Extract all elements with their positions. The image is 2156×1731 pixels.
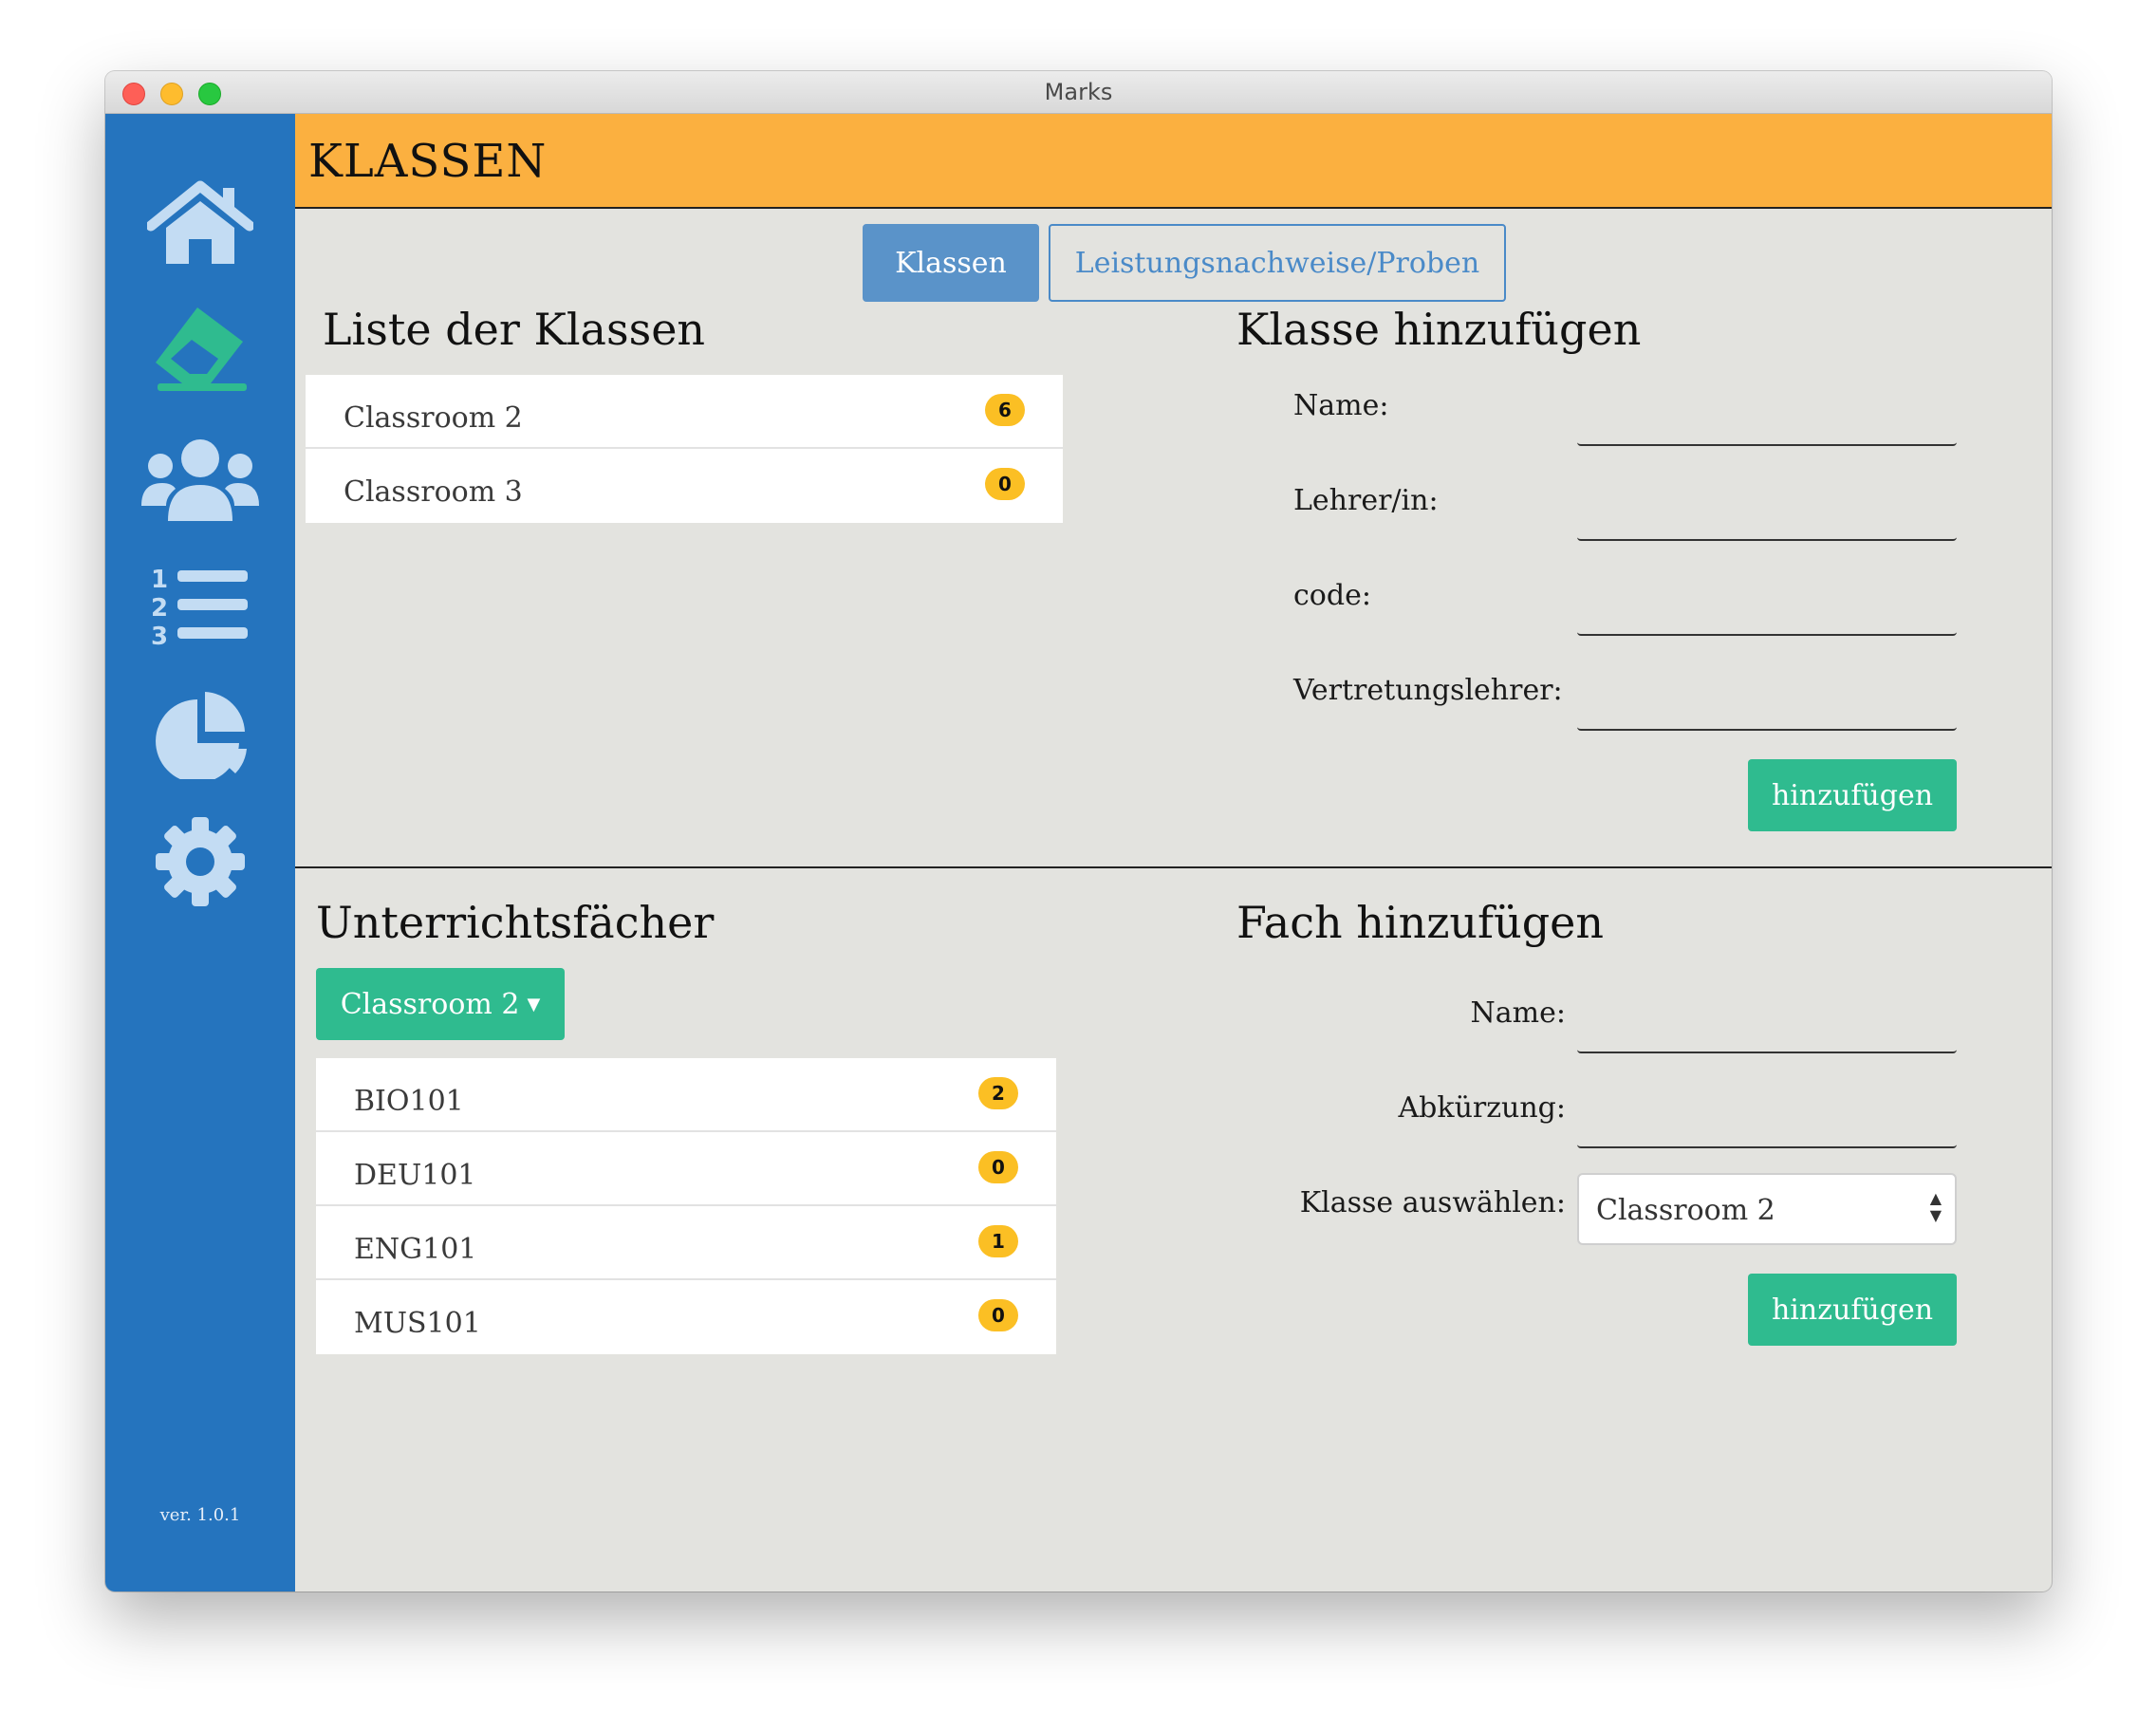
- class-list-item[interactable]: Classroom 3 0: [306, 449, 1063, 523]
- svg-text:1: 1: [151, 566, 168, 594]
- substitute-teacher-label: Vertretungslehrer:: [1293, 674, 1563, 707]
- nav-settings[interactable]: [141, 816, 259, 907]
- caret-down-icon: ▼: [527, 994, 541, 1014]
- class-name: Classroom 2: [344, 401, 523, 435]
- title-bar: Marks: [105, 71, 2052, 114]
- add-class-heading: Klasse hinzufügen: [1236, 304, 1642, 355]
- class-select-value: Classroom 2: [1596, 1194, 1775, 1227]
- subject-list-item[interactable]: MUS101 0: [316, 1280, 1056, 1354]
- subject-name: ENG101: [354, 1233, 477, 1266]
- subject-name: BIO101: [354, 1085, 464, 1118]
- class-count-badge: 0: [985, 468, 1025, 500]
- teacher-input[interactable]: [1577, 503, 1957, 541]
- subject-name-label: Name:: [1470, 996, 1566, 1030]
- code-label: code:: [1293, 579, 1371, 612]
- subject-count-badge: 2: [978, 1077, 1018, 1109]
- class-name-input[interactable]: [1577, 408, 1957, 446]
- subject-name-input[interactable]: [1577, 1015, 1957, 1053]
- class-list-item[interactable]: Classroom 2 6: [306, 375, 1063, 449]
- classes-heading: Liste der Klassen: [323, 304, 706, 355]
- subject-name: MUS101: [354, 1307, 481, 1340]
- eraser-icon: [156, 307, 247, 391]
- main-content: KLASSEN Klassen Leistungsnachweise/Probe…: [295, 114, 2052, 1591]
- class-name: Classroom 3: [344, 475, 523, 509]
- tab-leistungsnachweise[interactable]: Leistungsnachweise/Proben: [1049, 224, 1506, 302]
- subject-list: BIO101 2 DEU101 0 ENG101 1 MUS101 0: [316, 1058, 1056, 1354]
- nav-eraser[interactable]: [141, 304, 259, 395]
- code-input[interactable]: [1577, 598, 1957, 636]
- subject-count-badge: 0: [978, 1299, 1018, 1331]
- class-count-badge: 6: [985, 394, 1025, 426]
- nav-home[interactable]: [141, 178, 259, 270]
- version-label: ver. 1.0.1: [159, 1505, 241, 1525]
- substitute-teacher-input[interactable]: [1577, 693, 1957, 731]
- select-arrows-icon: ▲ ▼: [1929, 1189, 1942, 1224]
- users-icon: [141, 439, 259, 521]
- gear-icon: [156, 817, 245, 906]
- window-title: Marks: [1044, 79, 1113, 105]
- nav-users[interactable]: [141, 435, 259, 526]
- class-list: Classroom 2 6 Classroom 3 0: [306, 375, 1063, 523]
- add-class-button[interactable]: hinzufügen: [1748, 759, 1957, 831]
- ordered-list-icon: 1 2 3: [151, 566, 248, 648]
- class-select[interactable]: Classroom 2 ▲ ▼: [1577, 1173, 1957, 1245]
- subjects-heading: Unterrichtsfächer: [316, 897, 715, 948]
- svg-text:2: 2: [151, 594, 168, 623]
- abbreviation-input[interactable]: [1577, 1110, 1957, 1148]
- subject-list-item[interactable]: BIO101 2: [316, 1058, 1056, 1132]
- class-dropdown-label: Classroom 2: [340, 987, 520, 1021]
- abbreviation-label: Abkürzung:: [1398, 1091, 1566, 1125]
- page-header: KLASSEN: [295, 114, 2052, 209]
- add-subject-heading: Fach hinzufügen: [1236, 897, 1605, 948]
- svg-text:3: 3: [151, 623, 168, 648]
- section-divider: [295, 866, 2052, 868]
- sidebar: 1 2 3 ver. 1.0.1: [105, 114, 295, 1591]
- pie-chart-icon: [156, 692, 247, 779]
- class-dropdown-button[interactable]: Classroom 2 ▼: [316, 968, 565, 1040]
- tab-klassen[interactable]: Klassen: [863, 224, 1039, 302]
- subject-name: DEU101: [354, 1159, 476, 1192]
- teacher-label: Lehrer/in:: [1293, 484, 1439, 517]
- subject-count-badge: 0: [978, 1151, 1018, 1183]
- class-name-label: Name:: [1293, 389, 1389, 422]
- home-icon: [147, 180, 253, 264]
- page-title: KLASSEN: [308, 135, 548, 188]
- select-class-label: Klasse auswählen:: [1299, 1186, 1566, 1219]
- nav-ordered-list[interactable]: 1 2 3: [141, 560, 259, 651]
- subject-list-item[interactable]: ENG101 1: [316, 1206, 1056, 1280]
- app-window: Marks 1 2 3 ver. 1.0.1 KLASSEN Klassen L…: [105, 71, 2052, 1591]
- add-subject-button[interactable]: hinzufügen: [1748, 1274, 1957, 1346]
- subject-list-item[interactable]: DEU101 0: [316, 1132, 1056, 1206]
- subject-count-badge: 1: [978, 1225, 1018, 1257]
- nav-statistics[interactable]: [141, 688, 259, 779]
